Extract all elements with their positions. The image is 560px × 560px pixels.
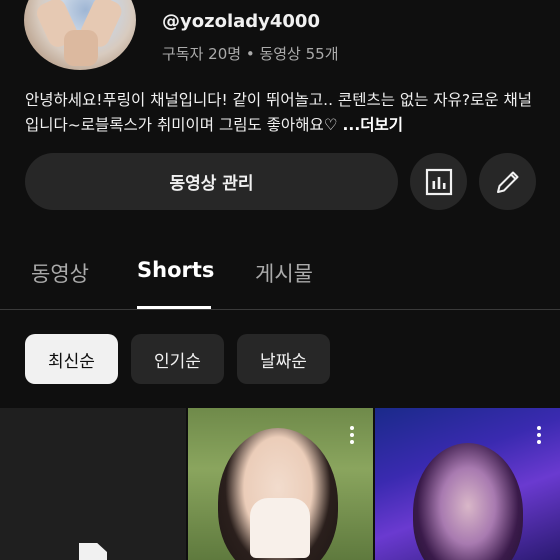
shorts-thumbnail[interactable] bbox=[375, 408, 560, 560]
more-options-icon[interactable] bbox=[350, 426, 354, 447]
channel-tabs: 동영상 Shorts 게시물 bbox=[0, 240, 560, 310]
manage-videos-button[interactable]: 동영상 관리 bbox=[25, 153, 398, 210]
shorts-thumbnail[interactable] bbox=[0, 408, 186, 560]
pencil-icon bbox=[496, 171, 518, 193]
chip-date[interactable]: 날짜순 bbox=[237, 334, 330, 384]
description-text: 안녕하세요!푸링이 채널입니다! 같이 뛰어놀고.. 콘텐츠는 없는 자유?로운… bbox=[25, 91, 533, 134]
thumbnail-image bbox=[413, 443, 523, 560]
active-tab-indicator bbox=[137, 306, 211, 309]
tab-shorts[interactable]: Shorts bbox=[137, 258, 214, 282]
channel-meta: 구독자 20명 • 동영상 55개 bbox=[162, 45, 339, 63]
chip-latest[interactable]: 최신순 bbox=[25, 334, 118, 384]
more-link[interactable]: ...더보기 bbox=[343, 116, 403, 134]
edit-button[interactable] bbox=[479, 153, 536, 210]
channel-handle: @yozolady4000 bbox=[162, 11, 320, 32]
analytics-button[interactable] bbox=[410, 153, 467, 210]
channel-avatar[interactable] bbox=[24, 0, 136, 70]
more-options-icon[interactable] bbox=[537, 426, 541, 447]
tab-posts[interactable]: 게시물 bbox=[255, 258, 313, 288]
channel-description[interactable]: 안녕하세요!푸링이 채널입니다! 같이 뛰어놀고.. 콘텐츠는 없는 자유?로운… bbox=[25, 88, 545, 138]
chip-popular[interactable]: 인기순 bbox=[131, 334, 224, 384]
document-icon bbox=[79, 543, 107, 560]
bar-chart-icon bbox=[425, 168, 452, 195]
shorts-thumbnail[interactable] bbox=[188, 408, 373, 560]
tab-videos[interactable]: 동영상 bbox=[31, 258, 89, 288]
